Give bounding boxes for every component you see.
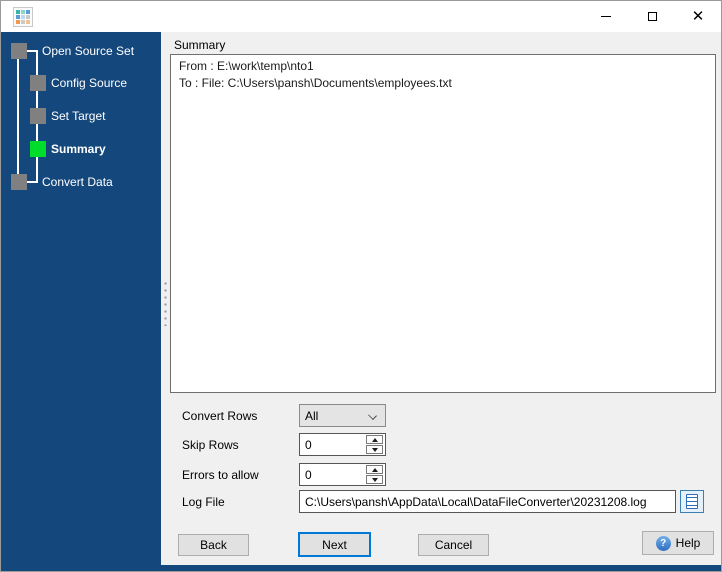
step-open-source-set[interactable]: Open Source Set bbox=[11, 43, 134, 59]
cancel-button[interactable]: Cancel bbox=[418, 534, 489, 556]
close-button[interactable]: ✕ bbox=[675, 1, 721, 32]
step-square-icon bbox=[11, 43, 27, 59]
back-button[interactable]: Back bbox=[178, 534, 249, 556]
step-square-icon bbox=[30, 75, 46, 91]
skip-rows-input[interactable] bbox=[300, 434, 362, 455]
help-question-icon: ? bbox=[655, 535, 671, 551]
summary-heading: Summary bbox=[174, 38, 226, 52]
window-bottom-accent-strip bbox=[1, 565, 721, 571]
app-icon bbox=[13, 6, 33, 27]
close-icon: ✕ bbox=[691, 8, 705, 25]
arrow-up-icon bbox=[371, 437, 378, 442]
chevron-down-icon bbox=[368, 411, 377, 420]
wizard-window: ✕ Open Source Set Config Source Set Targ… bbox=[0, 0, 722, 572]
summary-textarea[interactable]: From : E:\work\temp\nto1 To : File: C:\U… bbox=[170, 54, 716, 393]
step-label: Summary bbox=[51, 142, 106, 156]
maximize-button[interactable] bbox=[629, 1, 675, 32]
step-label: Config Source bbox=[51, 76, 128, 90]
step-label: Open Source Set bbox=[42, 44, 135, 58]
step-summary[interactable]: Summary bbox=[30, 141, 106, 157]
caption-buttons: ✕ bbox=[583, 1, 721, 32]
skip-rows-label: Skip Rows bbox=[182, 438, 239, 452]
splitter-grip-icon bbox=[163, 280, 168, 326]
step-set-target[interactable]: Set Target bbox=[30, 108, 105, 124]
spin-down-button[interactable] bbox=[366, 475, 383, 484]
convert-rows-value: All bbox=[305, 408, 319, 423]
view-log-file-button[interactable] bbox=[680, 490, 704, 513]
summary-panel: Summary From : E:\work\temp\nto1 To : Fi… bbox=[170, 32, 721, 567]
step-label: Set Target bbox=[51, 109, 106, 123]
step-label: Convert Data bbox=[42, 175, 113, 189]
step-square-icon bbox=[11, 174, 27, 190]
log-file-label: Log File bbox=[182, 495, 225, 509]
help-button[interactable]: ? Help bbox=[642, 531, 714, 555]
errors-to-allow-input[interactable] bbox=[300, 464, 362, 485]
title-bar: ✕ bbox=[1, 1, 721, 32]
step-convert-data[interactable]: Convert Data bbox=[11, 174, 113, 190]
log-document-icon bbox=[686, 494, 698, 509]
step-connector-line bbox=[17, 58, 19, 176]
minimize-button[interactable] bbox=[583, 1, 629, 32]
step-config-source[interactable]: Config Source bbox=[30, 75, 127, 91]
next-button[interactable]: Next bbox=[298, 532, 371, 557]
help-button-label: Help bbox=[675, 536, 701, 550]
errors-to-allow-stepper bbox=[299, 463, 386, 486]
cancel-button-label: Cancel bbox=[434, 538, 473, 552]
skip-rows-stepper bbox=[299, 433, 386, 456]
sidebar-splitter[interactable] bbox=[161, 32, 170, 567]
next-button-label: Next bbox=[322, 537, 347, 552]
arrow-up-icon bbox=[371, 467, 378, 472]
log-file-input[interactable] bbox=[299, 490, 676, 513]
spin-down-button[interactable] bbox=[366, 445, 383, 454]
wizard-steps-sidebar: Open Source Set Config Source Set Target… bbox=[1, 32, 161, 567]
arrow-down-icon bbox=[371, 477, 378, 482]
maximize-icon bbox=[647, 12, 657, 21]
summary-line-from: From : E:\work\temp\nto1 bbox=[179, 59, 314, 73]
convert-rows-label: Convert Rows bbox=[182, 409, 258, 423]
spin-up-button[interactable] bbox=[366, 435, 383, 444]
spin-up-button[interactable] bbox=[366, 465, 383, 474]
convert-rows-select[interactable]: All bbox=[299, 404, 386, 427]
errors-to-allow-label: Errors to allow bbox=[182, 468, 259, 482]
summary-line-to: To : File: C:\Users\pansh\Documents\empl… bbox=[179, 76, 452, 90]
back-button-label: Back bbox=[200, 538, 227, 552]
minimize-icon bbox=[601, 16, 611, 17]
step-square-icon bbox=[30, 108, 46, 124]
arrow-down-icon bbox=[371, 447, 378, 452]
step-square-icon-active bbox=[30, 141, 46, 157]
